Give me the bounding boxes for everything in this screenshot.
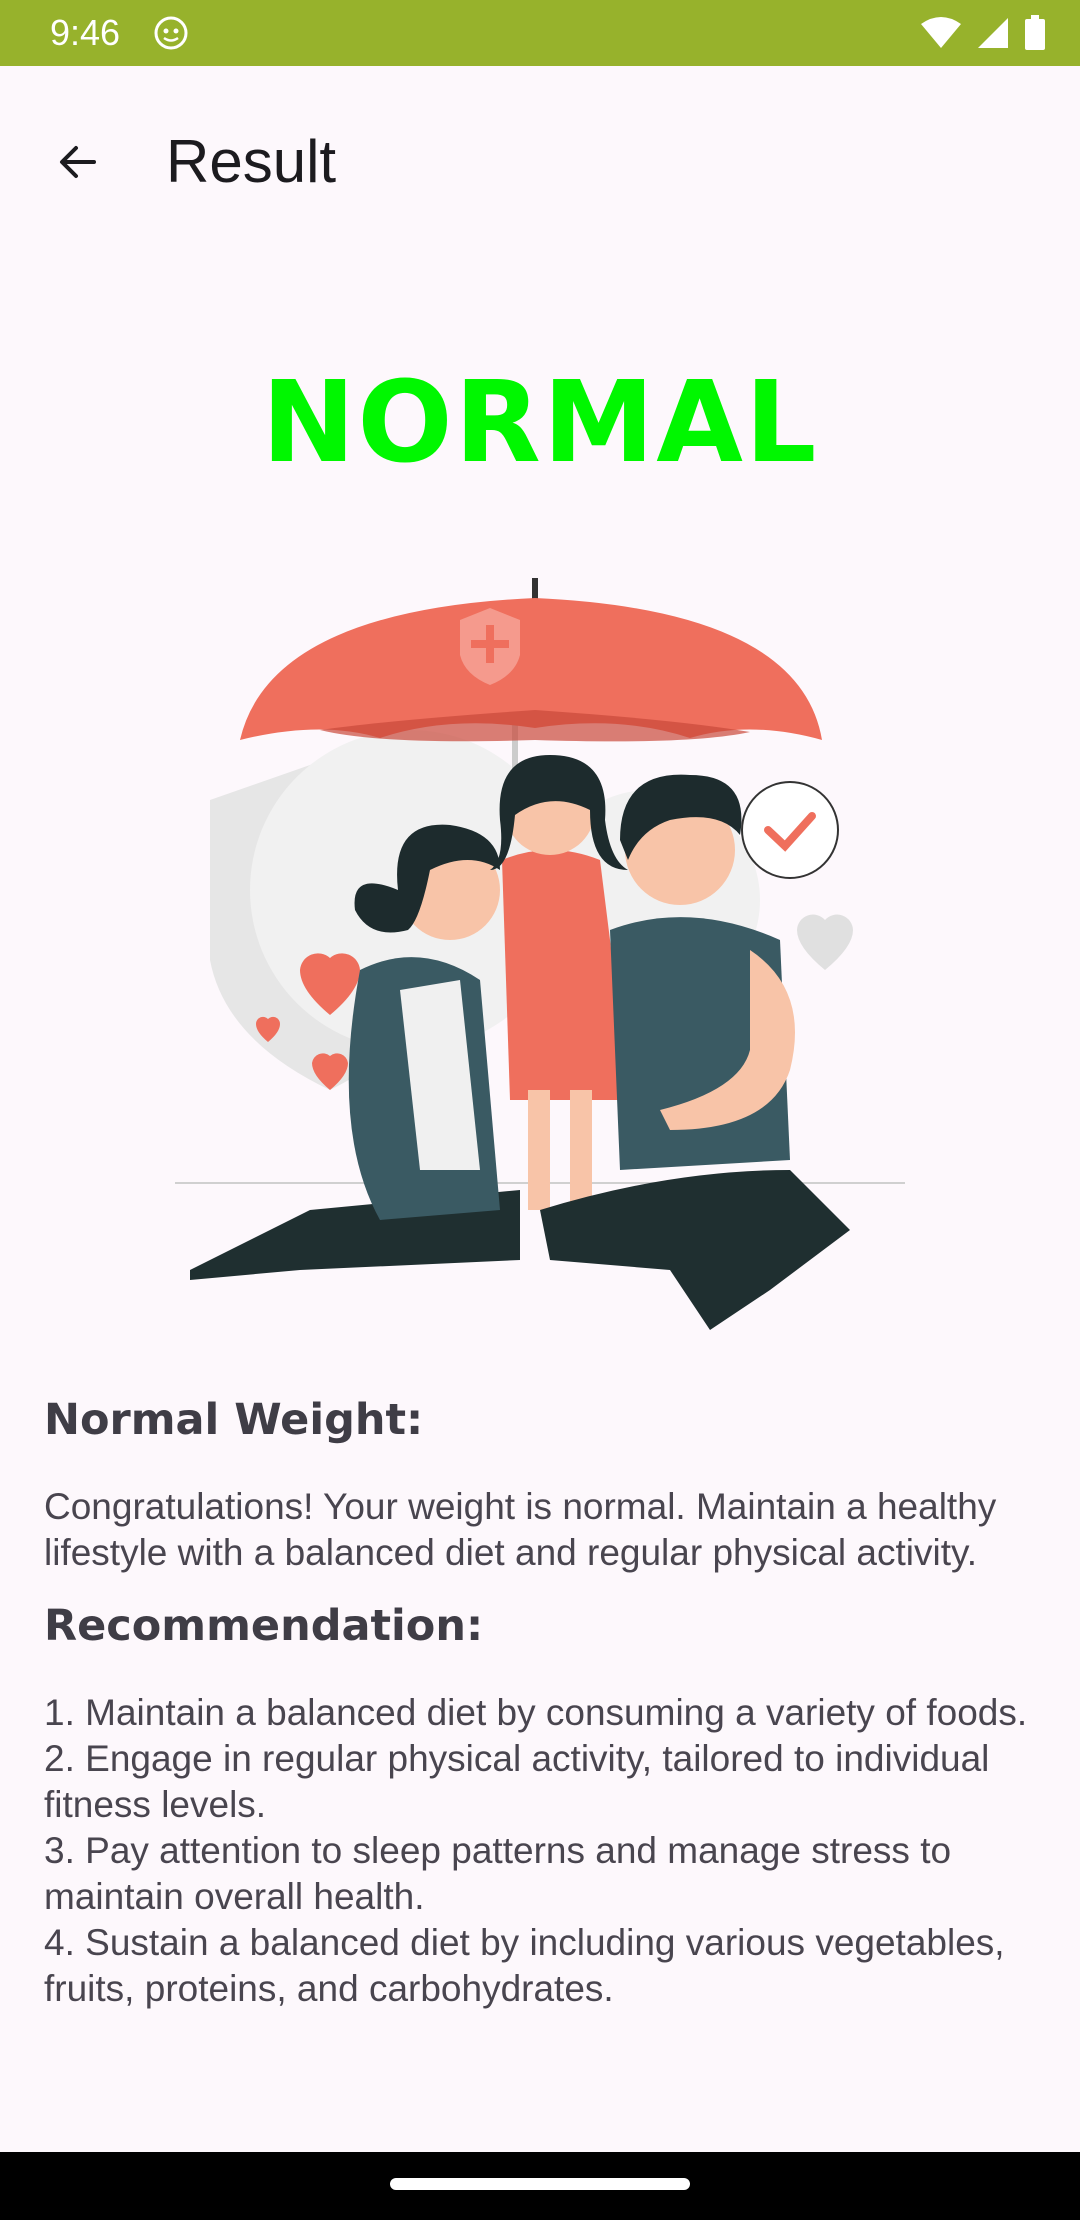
result-details: Normal Weight: Congratulations! Your wei… (44, 1390, 1034, 2110)
recommendation-title: Recommendation: (44, 1601, 484, 1651)
back-button[interactable] (36, 120, 120, 204)
arrow-back-icon (60, 146, 96, 178)
top-app-bar: Result (0, 66, 1080, 246)
result-category: NORMAL (261, 358, 819, 488)
status-bar: 9:46 (0, 0, 1080, 66)
page-title: Result (166, 128, 337, 195)
battery-icon (1025, 15, 1045, 50)
wifi-icon (921, 17, 961, 48)
status-icons (920, 14, 1046, 52)
description-body: Congratulations! Your weight is normal. … (44, 1486, 997, 1573)
recommendation-body: 1. Maintain a balanced diet by consuming… (44, 1692, 1028, 2009)
description-title: Normal Weight: (44, 1395, 424, 1445)
status-time: 9:46 (50, 12, 121, 53)
family-umbrella-illustration (175, 578, 905, 1330)
app-notification-icon (154, 16, 188, 50)
home-gesture-handle[interactable] (390, 2178, 690, 2190)
cellular-signal-icon (978, 18, 1008, 48)
